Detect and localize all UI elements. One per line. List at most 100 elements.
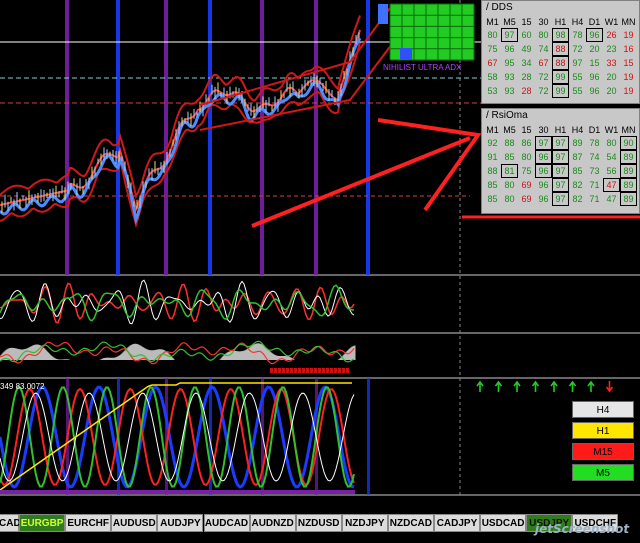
nihilist-adx-grid bbox=[389, 3, 475, 61]
symbol-tab-eurgbp[interactable]: EURGBP bbox=[19, 514, 66, 532]
dds-cell: 88 bbox=[552, 42, 569, 56]
rsioma-row: 88 81 75 96 97 85 73 56 89 bbox=[484, 164, 637, 178]
up-arrow-icon bbox=[476, 380, 484, 392]
dds-cell: 99 bbox=[552, 70, 569, 84]
rsioma-cell: 97 bbox=[552, 192, 569, 206]
dds-cell: 75 bbox=[487, 44, 498, 54]
symbol-tab-nzdusd[interactable]: NZDUSD bbox=[295, 514, 342, 532]
dds-row: 58 93 28 72 99 55 96 20 19 bbox=[484, 70, 637, 84]
timeframe-button-h4[interactable]: H4 bbox=[572, 401, 634, 418]
dds-col-header: H1 bbox=[554, 16, 567, 27]
rsioma-cell: 56 bbox=[606, 166, 617, 176]
rsioma-cell: 89 bbox=[620, 164, 637, 178]
rsioma-col-header: H1 bbox=[554, 124, 567, 135]
rsioma-cell: 74 bbox=[589, 152, 600, 162]
rsioma-cell: 91 bbox=[487, 152, 498, 162]
dds-cell: 55 bbox=[572, 86, 583, 96]
dds-col-header: W1 bbox=[604, 16, 619, 27]
dds-cell: 72 bbox=[538, 72, 549, 82]
rsioma-title: / RsiOma bbox=[486, 110, 528, 121]
symbol-tab-cadjpy[interactable]: CADJPY bbox=[434, 514, 480, 532]
rsioma-cell: 86 bbox=[521, 138, 532, 148]
dds-cell: 88 bbox=[552, 56, 569, 70]
dds-cell: 28 bbox=[521, 72, 532, 82]
arrow-shaft bbox=[251, 136, 471, 228]
dds-cell: 93 bbox=[504, 86, 515, 96]
symbol-tab-audusd[interactable]: AUDUSD bbox=[111, 514, 158, 532]
session-line bbox=[260, 0, 264, 275]
signal-red bbox=[0, 341, 355, 365]
rsioma-cell: 73 bbox=[589, 166, 600, 176]
dds-cell: 80 bbox=[538, 30, 549, 40]
dds-cell: 98 bbox=[552, 28, 569, 42]
stochastic-panel bbox=[0, 382, 355, 494]
symbol-tab-cad[interactable]: CAD bbox=[0, 514, 21, 532]
dds-cell: 99 bbox=[552, 84, 569, 98]
rsioma-cell: 80 bbox=[521, 152, 532, 162]
rsioma-cell: 88 bbox=[504, 138, 515, 148]
symbol-tab-nzdjpy[interactable]: NZDJPY bbox=[341, 514, 388, 532]
symbol-tab-audnzd[interactable]: AUDNZD bbox=[249, 514, 296, 532]
dds-row: 75 96 49 74 88 72 20 23 16 bbox=[484, 42, 637, 56]
price-line bbox=[0, 37, 362, 225]
dds-row: 67 95 34 67 88 97 15 33 15 bbox=[484, 56, 637, 70]
dot-marker bbox=[334, 368, 337, 373]
dds-row: 53 93 28 72 99 55 96 20 19 bbox=[484, 84, 637, 98]
session-line bbox=[314, 0, 318, 275]
indicator-readout: 349 83.0072 bbox=[0, 382, 45, 391]
rsioma-cell: 82 bbox=[572, 194, 583, 204]
rsioma-cell: 89 bbox=[620, 178, 637, 192]
dds-cell: 67 bbox=[538, 58, 549, 68]
dds-col-header: M5 bbox=[503, 16, 516, 27]
symbol-tab-audjpy[interactable]: AUDJPY bbox=[157, 514, 204, 532]
rsioma-cell: 75 bbox=[521, 166, 532, 176]
dds-col-header: MN bbox=[621, 16, 636, 27]
symbol-tab-usdcad[interactable]: USDCAD bbox=[480, 514, 527, 532]
rsioma-col-header: 15 bbox=[521, 124, 532, 135]
symbol-tab-nzdcad[interactable]: NZDCAD bbox=[387, 514, 434, 532]
rsioma-cell: 47 bbox=[603, 178, 620, 192]
dot-marker bbox=[294, 368, 297, 373]
rsioma-cell: 71 bbox=[589, 194, 600, 204]
dds-cell: 96 bbox=[589, 86, 600, 96]
dot-marker bbox=[346, 368, 349, 373]
oscillator-red bbox=[0, 282, 355, 324]
dds-cell: 96 bbox=[589, 72, 600, 82]
dot-marker bbox=[286, 368, 289, 373]
dds-cell: 19 bbox=[623, 30, 634, 40]
rsioma-cell: 96 bbox=[538, 194, 549, 204]
up-arrow-icon bbox=[550, 380, 558, 392]
symbol-tab-eurchf[interactable]: EURCHF bbox=[65, 514, 112, 532]
dds-col-header: D1 bbox=[588, 16, 601, 27]
session-line bbox=[164, 0, 168, 275]
rsioma-col-header: D1 bbox=[588, 124, 601, 135]
rsioma-col-header: M5 bbox=[503, 124, 516, 135]
dds-cell: 19 bbox=[623, 86, 634, 96]
rsioma-cell: 97 bbox=[552, 164, 569, 178]
dds-cell: 20 bbox=[606, 86, 617, 96]
rsioma-cell: 90 bbox=[620, 136, 637, 150]
rsioma-cell: 81 bbox=[501, 164, 518, 178]
rsioma-cell: 85 bbox=[487, 180, 498, 190]
timeframe-button-m15[interactable]: M15 bbox=[572, 443, 634, 460]
rsioma-col-header: H4 bbox=[571, 124, 584, 135]
timeframe-button-m5[interactable]: M5 bbox=[572, 464, 634, 481]
dds-cell: 34 bbox=[521, 58, 532, 68]
rsioma-cell: 96 bbox=[535, 150, 552, 164]
dot-marker bbox=[274, 368, 277, 373]
rsioma-col-header: M1 bbox=[486, 124, 499, 135]
dds-col-header: 30 bbox=[538, 16, 549, 27]
dot-marker bbox=[290, 368, 293, 373]
dds-cell: 28 bbox=[521, 86, 532, 96]
dds-cell: 20 bbox=[606, 72, 617, 82]
up-arrow-icon bbox=[568, 380, 577, 392]
rsioma-cell: 89 bbox=[620, 150, 637, 164]
nihilist-label: NIHILIST ULTRA ADX bbox=[383, 63, 462, 72]
session-line bbox=[65, 0, 69, 275]
dds-cell: 96 bbox=[504, 44, 515, 54]
rsioma-row: 85 80 69 96 97 82 71 47 89 bbox=[484, 192, 637, 206]
symbol-tab-audcad[interactable]: AUDCAD bbox=[203, 514, 250, 532]
rsioma-cell: 69 bbox=[521, 194, 532, 204]
timeframe-button-h1[interactable]: H1 bbox=[572, 422, 634, 439]
rsioma-row: 85 80 69 96 97 82 71 47 89 bbox=[484, 178, 637, 192]
